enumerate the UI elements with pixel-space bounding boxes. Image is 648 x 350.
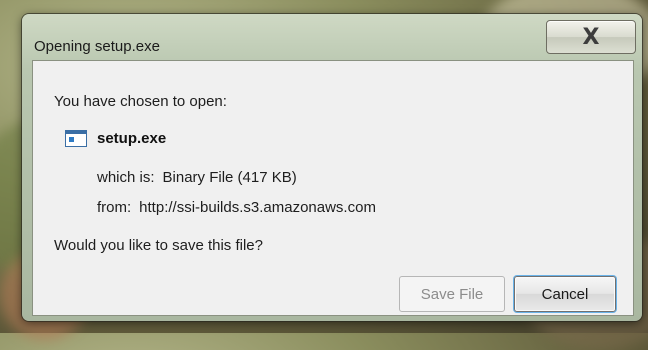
window-title: Opening setup.exe	[34, 38, 160, 55]
dialog-body: You have chosen to open: setup.exe which…	[32, 60, 634, 316]
close-icon: X	[582, 24, 600, 50]
file-info-row: setup.exe	[65, 130, 166, 147]
file-name: setup.exe	[97, 130, 167, 147]
save-file-button[interactable]: Save File	[399, 276, 505, 312]
file-source-value: http://ssi-builds.s3.amazonaws.com	[139, 199, 376, 216]
save-question-label: Would you like to save this file?	[54, 237, 263, 254]
close-button[interactable]: X	[546, 20, 636, 54]
titlebar[interactable]: Opening setup.exe X	[22, 14, 642, 60]
file-type-label: which is:	[97, 169, 155, 186]
application-file-icon	[65, 130, 87, 147]
cancel-button[interactable]: Cancel	[514, 276, 616, 312]
file-type-row: which is: Binary File (417 KB)	[97, 169, 297, 186]
file-source-row: from: http://ssi-builds.s3.amazonaws.com	[97, 199, 376, 216]
file-source-label: from:	[97, 199, 132, 216]
open-prompt-label: You have chosen to open:	[54, 93, 227, 110]
download-dialog-window: Opening setup.exe X You have chosen to o…	[22, 14, 642, 321]
file-type-value: Binary File (417 KB)	[162, 169, 297, 186]
